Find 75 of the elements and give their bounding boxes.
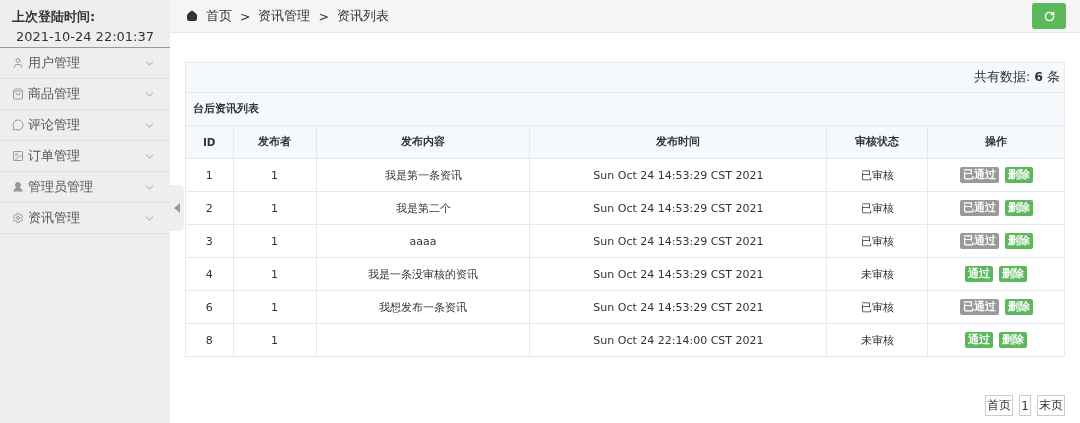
table-cell: 6	[185, 290, 233, 324]
person-icon	[12, 181, 24, 193]
last-login-time: 2021-10-24 22:01:37	[15, 29, 154, 44]
refresh-button[interactable]	[1032, 3, 1066, 29]
breadcrumb-item[interactable]: 首页	[206, 7, 232, 25]
table-cell: 1	[233, 290, 317, 324]
sidebar-item[interactable]: 管理员管理	[0, 172, 170, 203]
table-cell: 1	[233, 191, 317, 225]
bag-icon	[12, 88, 24, 100]
table-cell: 已审核	[826, 224, 928, 258]
approved-button[interactable]: 已通过	[959, 167, 999, 183]
table-cell: 我想发布一条资讯	[316, 290, 530, 324]
last-login-label: 上次登陆时间:	[12, 8, 97, 26]
sidebar-item[interactable]: 用户管理	[0, 48, 170, 79]
breadcrumb-separator: >	[240, 8, 251, 24]
column-header: 发布者	[233, 125, 317, 159]
table-cell: 我是第一条资讯	[316, 158, 530, 192]
table-cell: 我是一条没审核的资讯	[316, 257, 530, 291]
breadcrumb-item[interactable]: 资讯管理	[258, 7, 311, 25]
delete-button[interactable]: 删除	[1004, 200, 1033, 216]
record-count: 共有数据: 6 条	[974, 69, 1060, 84]
table-cell: Sun Oct 24 14:53:29 CST 2021	[529, 257, 827, 291]
table-cell: 8	[185, 323, 233, 357]
table-caption: 台后资讯列表	[185, 92, 1065, 126]
sidebar-item[interactable]: 商品管理	[0, 79, 170, 110]
table-cell: 1	[233, 257, 317, 291]
column-header: 审核状态	[826, 125, 928, 159]
table-cell: Sun Oct 24 14:53:29 CST 2021	[529, 158, 827, 192]
page-button[interactable]: 末页	[1037, 395, 1065, 416]
caret-left-icon	[174, 203, 180, 213]
table-cell: Sun Oct 24 14:53:29 CST 2021	[529, 191, 827, 225]
column-header: ID	[185, 125, 233, 159]
delete-button[interactable]: 删除	[1004, 233, 1033, 249]
delete-button[interactable]: 删除	[999, 266, 1028, 282]
table-cell: 1	[233, 323, 317, 357]
table-cell: 2	[185, 191, 233, 225]
table-cell: Sun Oct 24 22:14:00 CST 2021	[529, 323, 827, 357]
column-header: 操作	[927, 125, 1065, 159]
table-cell: 4	[185, 257, 233, 291]
page-button[interactable]: 首页	[985, 395, 1014, 416]
table-cell: Sun Oct 24 14:53:29 CST 2021	[529, 224, 827, 258]
table-cell: 1	[233, 224, 317, 258]
home-icon	[186, 10, 198, 22]
column-header: 发布内容	[316, 125, 530, 159]
breadcrumb-item: 资讯列表	[336, 7, 389, 25]
table-cell: Sun Oct 24 14:53:29 CST 2021	[529, 290, 827, 324]
user-icon	[12, 57, 24, 69]
collapse-tab[interactable]	[170, 185, 184, 231]
approve-button[interactable]: 通过	[965, 266, 994, 282]
table-cell: 已审核	[826, 158, 928, 192]
sidebar-item[interactable]: 评论管理	[0, 110, 170, 141]
delete-button[interactable]: 删除	[1004, 167, 1033, 183]
table-cell: 1	[185, 158, 233, 192]
delete-button[interactable]: 删除	[1004, 299, 1033, 315]
refresh-icon	[1043, 10, 1055, 22]
table-cell: 未审核	[826, 257, 928, 291]
chat-bubble-icon	[12, 119, 24, 131]
approved-button[interactable]: 已通过	[959, 200, 999, 216]
delete-button[interactable]: 删除	[999, 332, 1028, 348]
table-cell: aaaa	[316, 224, 530, 258]
sidebar-item[interactable]: 订单管理	[0, 141, 170, 172]
table-cell: 1	[233, 158, 317, 192]
page-button[interactable]: 1	[1019, 395, 1031, 416]
approved-button[interactable]: 已通过	[959, 299, 999, 315]
approved-button[interactable]: 已通过	[959, 233, 999, 249]
approve-button[interactable]: 通过	[965, 332, 994, 348]
gear-icon	[12, 212, 24, 224]
breadcrumb-separator: >	[318, 8, 329, 24]
column-header: 发布时间	[529, 125, 827, 159]
table-cell: 已审核	[826, 290, 928, 324]
table-cell: 已审核	[826, 191, 928, 225]
table-cell: 未审核	[826, 323, 928, 357]
table-cell: 我是第二个	[316, 191, 530, 225]
table-cell: 3	[185, 224, 233, 258]
image-icon	[12, 150, 24, 162]
